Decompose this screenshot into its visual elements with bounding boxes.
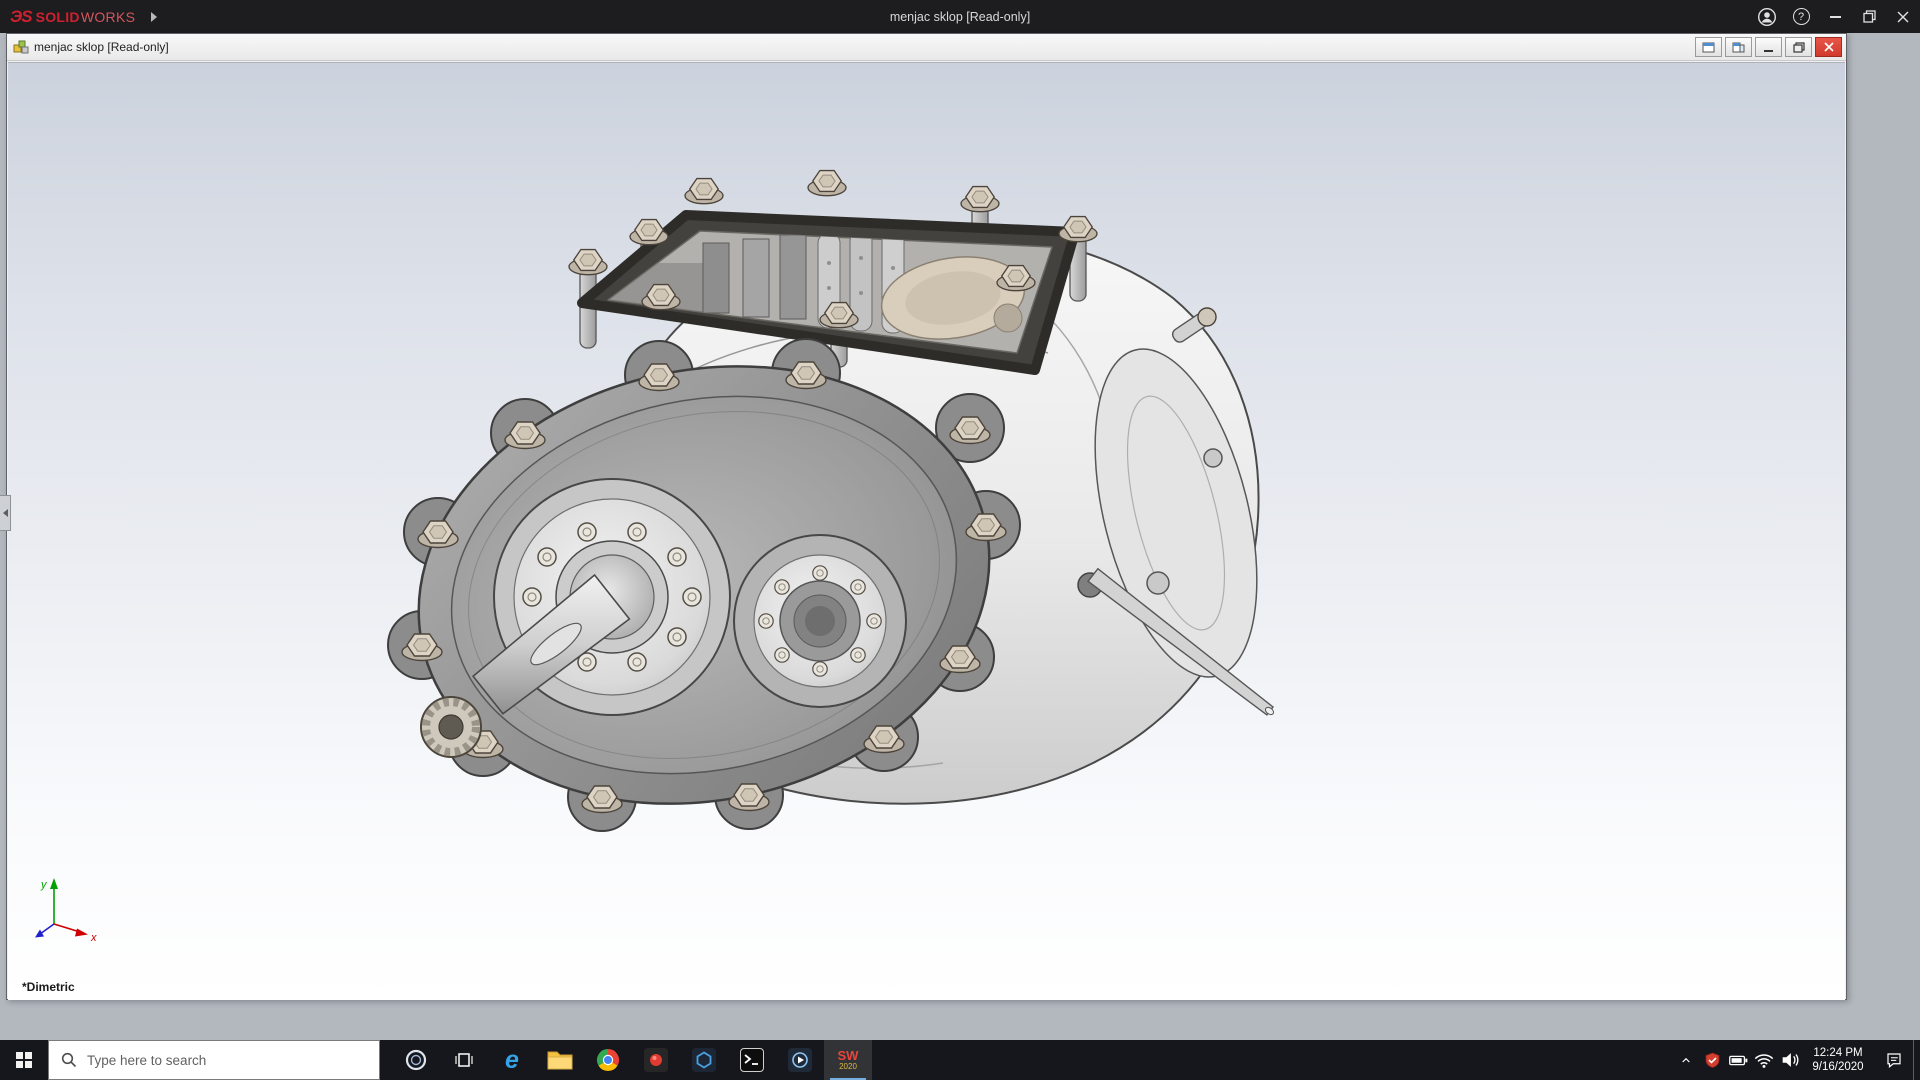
taskbar-app-edge[interactable]: e: [488, 1040, 536, 1080]
app-close-button[interactable]: [1886, 0, 1920, 33]
search-input[interactable]: [87, 1052, 347, 1068]
taskbar-app-chrome[interactable]: [584, 1040, 632, 1080]
oil-plug: [1146, 571, 1170, 595]
taskbar-app-terminal[interactable]: [728, 1040, 776, 1080]
doc-minimize-button[interactable]: [1755, 37, 1782, 57]
account-button[interactable]: [1750, 0, 1784, 33]
terminal-icon: [740, 1048, 764, 1072]
windows-taskbar: e: [0, 1040, 1920, 1080]
media-player-icon: [788, 1048, 812, 1072]
help-icon: ?: [1792, 8, 1810, 25]
minimize-icon: [1764, 49, 1773, 52]
red-app-icon: [644, 1048, 668, 1072]
triad-y-label: y: [40, 879, 48, 891]
view-orientation-label: *Dimetric: [22, 980, 75, 994]
collapse-arrow-icon: [2, 509, 8, 517]
doc-restore-button[interactable]: [1785, 37, 1812, 57]
cortana-button[interactable]: [392, 1040, 440, 1080]
close-icon: [1823, 42, 1834, 52]
gearbox-3d-model[interactable]: [8, 63, 1845, 1000]
triad-y-arrow: [50, 878, 58, 889]
triad-x-arrow: [75, 928, 88, 937]
restore-icon: [1792, 41, 1805, 53]
featuremanager-flyout-tab[interactable]: [0, 495, 11, 531]
spline-end: [420, 696, 482, 758]
task-view-button[interactable]: [440, 1040, 488, 1080]
doc-window-aux-button-2[interactable]: [1725, 37, 1752, 57]
taskbar-app-solidworks[interactable]: SW 2020: [824, 1040, 872, 1080]
action-center-icon: [1887, 1053, 1901, 1068]
doc-close-button[interactable]: [1815, 37, 1842, 57]
taskbar-app-icon-red[interactable]: [632, 1040, 680, 1080]
chevron-up-icon: [1682, 1057, 1690, 1063]
clock-date: 9/16/2020: [1812, 1061, 1864, 1073]
assembly-document-icon: [13, 40, 29, 54]
app-minimize-button[interactable]: [1818, 0, 1852, 33]
show-desktop-button[interactable]: [1913, 1040, 1920, 1080]
solidworks-logo: ЭS SOLID WORKS: [10, 6, 136, 26]
tray-antivirus-icon[interactable]: [1699, 1040, 1725, 1080]
restore-icon: [1862, 10, 1876, 23]
clock-time: 12:24 PM: [1813, 1047, 1863, 1059]
start-button[interactable]: [0, 1040, 48, 1080]
ds-logo-glyph: ЭS: [10, 6, 33, 26]
mdi-workspace: menjac sklop [Read-only] y x *Dimetric: [0, 33, 1920, 1040]
task-view-icon: [455, 1053, 473, 1067]
chrome-icon: [596, 1049, 620, 1072]
hexagon-app-icon: [692, 1048, 716, 1072]
tray-network-icon[interactable]: [1751, 1040, 1777, 1080]
tray-show-hidden-icons[interactable]: [1673, 1040, 1699, 1080]
document-title: menjac sklop [Read-only]: [34, 40, 169, 54]
window-layout-icon: [1702, 42, 1715, 52]
taskbar-app-icon-hex[interactable]: [680, 1040, 728, 1080]
help-button[interactable]: ?: [1784, 0, 1818, 33]
triad-x-label: x: [90, 932, 97, 944]
close-icon: [1897, 11, 1909, 22]
triad-z-arrow: [35, 929, 44, 938]
right-bearing-boss: [733, 534, 907, 708]
app-titlebar: ЭS SOLID WORKS menjac sklop [Read-only] ?: [0, 0, 1920, 33]
action-center-button[interactable]: [1875, 1040, 1913, 1080]
app-window-title: menjac sklop [Read-only]: [889, 9, 1031, 24]
graphics-viewport[interactable]: y x *Dimetric: [8, 62, 1845, 1000]
orientation-triad[interactable]: y x: [28, 872, 108, 952]
file-explorer-icon: [547, 1051, 573, 1070]
windows-logo-icon: [16, 1052, 32, 1068]
edge-icon: e: [505, 1045, 519, 1074]
document-window: menjac sklop [Read-only] y x *Dimetric: [6, 33, 1847, 1000]
doc-window-aux-button-1[interactable]: [1695, 37, 1722, 57]
app-restore-button[interactable]: [1852, 0, 1886, 33]
document-titlebar[interactable]: menjac sklop [Read-only]: [7, 34, 1846, 61]
minimize-icon: [1829, 15, 1841, 18]
window-layout-icon: [1732, 42, 1745, 52]
user-avatar-icon: [1757, 7, 1777, 26]
solidworks-taskbar-icon: SW 2020: [837, 1048, 859, 1071]
search-icon: [61, 1052, 77, 1068]
taskbar-app-media[interactable]: [776, 1040, 824, 1080]
oil-plug: [1203, 448, 1223, 468]
taskbar-app-file-explorer[interactable]: [536, 1040, 584, 1080]
tray-battery-icon[interactable]: [1725, 1040, 1751, 1080]
taskbar-clock[interactable]: 12:24 PM 9/16/2020: [1803, 1046, 1875, 1074]
cortana-icon: [405, 1049, 427, 1071]
taskbar-search[interactable]: [48, 1040, 380, 1080]
tray-volume-icon[interactable]: [1777, 1040, 1803, 1080]
menu-expand-arrow-icon[interactable]: [151, 11, 158, 22]
